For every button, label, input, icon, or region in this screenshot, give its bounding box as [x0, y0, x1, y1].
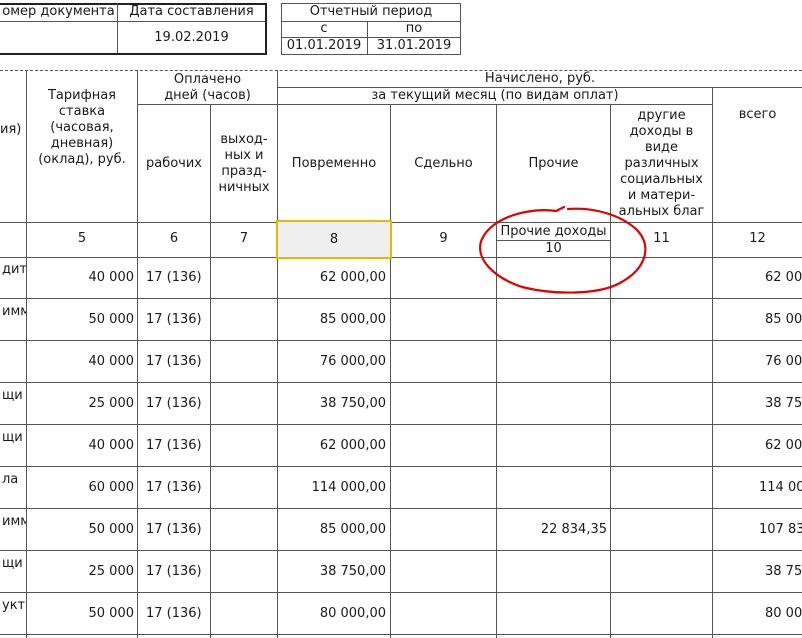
grid-line: [0, 550, 802, 551]
total-cell: 38 75: [765, 564, 802, 579]
accrued-header: Начислено, руб.: [484, 71, 596, 86]
total-cell: 62 00: [765, 438, 802, 453]
column-number: 7: [239, 231, 249, 246]
working-days-cell: 17 (136): [146, 270, 202, 285]
total-cell: 38 75: [765, 396, 802, 411]
header-box-bottom: [0, 53, 266, 55]
grid-line: [0, 466, 802, 467]
grid-line: [0, 298, 802, 299]
time-based-cell: 76 000,00: [319, 354, 386, 369]
time-based-cell: 85 000,00: [319, 312, 386, 327]
tariff-cell: 25 000: [88, 396, 135, 411]
partial-column-header: ия): [0, 122, 22, 137]
total-cell: 107 83: [759, 522, 802, 537]
time-based-cell: 80 000,00: [319, 606, 386, 621]
tariff-cell: 40 000: [88, 438, 135, 453]
working-days-cell: 17 (136): [146, 564, 202, 579]
total-cell: 85 00: [765, 312, 802, 327]
grid-line: [0, 592, 802, 593]
total-cell: 114 00: [759, 480, 802, 495]
column-number: 8: [329, 231, 339, 247]
total-cell: 80 00: [765, 606, 802, 621]
time-based-cell: 38 750,00: [319, 564, 386, 579]
working-days-cell: 17 (136): [146, 606, 202, 621]
header-box-mid: [0, 21, 266, 22]
working-days-cell: 17 (136): [146, 480, 202, 495]
working-days-cell: 17 (136): [146, 522, 202, 537]
employee-name-cell: укт: [2, 598, 26, 613]
time-based-cell: 38 750,00: [319, 396, 386, 411]
grid-line: [0, 340, 802, 341]
employee-name-cell: имм: [2, 304, 26, 319]
period-box-bottom: [281, 54, 461, 55]
column-number: 6: [169, 231, 179, 246]
working-days-cell: 17 (136): [146, 438, 202, 453]
working-days-cell: 17 (136): [146, 354, 202, 369]
grid-line: [0, 634, 802, 635]
tariff-cell: 50 000: [88, 522, 135, 537]
employee-name-cell: щи: [2, 556, 23, 571]
tariff-cell: 50 000: [88, 606, 135, 621]
tariff-cell: 40 000: [88, 270, 135, 285]
period-label: Отчетный период: [309, 4, 433, 19]
tariff-cell: 40 000: [88, 354, 135, 369]
paid-days-header: Оплачено дней (часов): [164, 72, 251, 103]
column-number: 12: [749, 231, 766, 246]
total-cell: 76 00: [765, 354, 802, 369]
employee-name-cell: дит: [2, 262, 26, 277]
period-to-label: по: [405, 21, 423, 36]
time-based-header: Повременно: [291, 155, 377, 171]
column-number: 5: [77, 231, 87, 246]
employee-name-cell: ла: [2, 472, 19, 487]
grid-line: [0, 257, 802, 258]
tariff-header: Тарифная ставка (часовая, дневная) (окла…: [38, 88, 126, 167]
tariff-cell: 60 000: [88, 480, 135, 495]
time-based-cell: 62 000,00: [319, 270, 386, 285]
grid-line: [0, 222, 802, 223]
time-based-cell: 62 000,00: [319, 438, 386, 453]
tariff-cell: 50 000: [88, 312, 135, 327]
grid-line: [0, 424, 802, 425]
other-cell: 22 834,35: [540, 522, 607, 537]
weekend-days-header: выход- ных и празд- ничных: [218, 131, 270, 195]
doc-number-label: омер документа: [2, 4, 115, 19]
current-month-header: за текущий месяц (по видам оплат): [371, 88, 619, 103]
period-from-label: с: [320, 21, 328, 36]
total-header: всего: [738, 107, 777, 122]
employee-name-cell: щи: [2, 430, 23, 445]
grid-line: [0, 508, 802, 509]
selected-cell-column-8[interactable]: 8: [276, 220, 392, 259]
employee-name-cell: имм: [2, 514, 26, 529]
time-based-cell: 114 000,00: [311, 480, 386, 495]
total-cell: 62 00: [765, 270, 802, 285]
working-days-header: рабочих: [145, 155, 202, 171]
time-based-cell: 85 000,00: [319, 522, 386, 537]
working-days-cell: 17 (136): [146, 396, 202, 411]
header-box-right: [265, 3, 267, 55]
employee-name-cell: щи: [2, 388, 23, 403]
grid-line: [712, 88, 713, 638]
period-from-value: 01.01.2019: [286, 38, 362, 53]
working-days-cell: 17 (136): [146, 312, 202, 327]
tariff-cell: 25 000: [88, 564, 135, 579]
date-value: 19.02.2019: [154, 30, 229, 45]
grid-line: [0, 382, 802, 383]
period-to-value: 31.01.2019: [376, 38, 452, 53]
date-label: Дата составления: [129, 4, 254, 19]
red-annotation-circle: [479, 205, 647, 294]
